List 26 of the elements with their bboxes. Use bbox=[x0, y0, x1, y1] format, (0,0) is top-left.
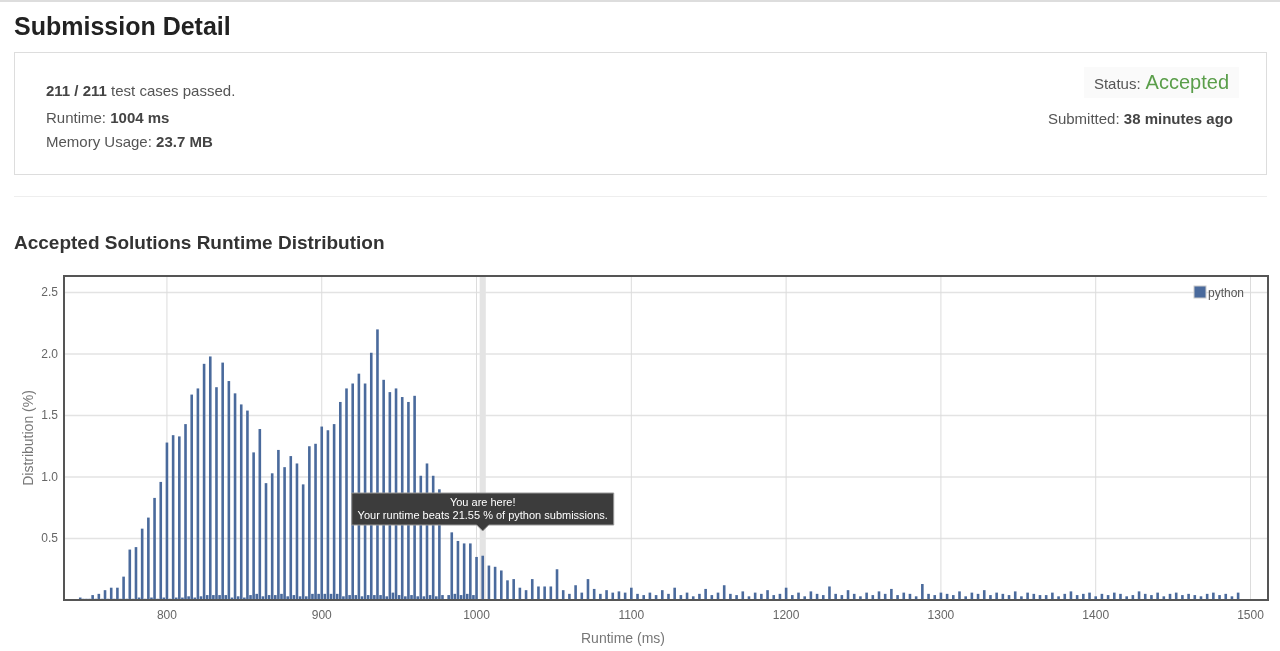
y-axis-label: Distribution (%) bbox=[20, 390, 36, 486]
x-tick-label: 1300 bbox=[927, 608, 955, 622]
tooltip-text: Your runtime beats 21.55 % of python submissions. bbox=[357, 509, 608, 521]
y-tick-label: 1.5 bbox=[41, 408, 58, 423]
status-value: Accepted bbox=[1145, 71, 1229, 94]
x-tick-label: 800 bbox=[156, 608, 177, 622]
y-tick-label: 0.5 bbox=[41, 531, 58, 546]
memory-text: Memory Usage: 23.7 MB bbox=[46, 132, 214, 152]
status-label: Status: bbox=[1093, 75, 1141, 92]
chart-title: Accepted Solutions Runtime Distribution bbox=[14, 231, 386, 255]
y-tick-label: 2.5 bbox=[41, 285, 58, 300]
x-tick-label: 1100 bbox=[618, 608, 645, 622]
runtime-text: Runtime: 1004 ms bbox=[46, 108, 171, 128]
test-cases-text: 211 / 211 test cases passed. bbox=[46, 81, 236, 101]
page-title: Submission Detail bbox=[14, 11, 232, 42]
x-tick-label: 1500 bbox=[1237, 608, 1264, 622]
x-tick-label: 1200 bbox=[772, 608, 800, 622]
y-tick-label: 2.0 bbox=[41, 347, 58, 361]
submitted-text: Submitted: 38 minutes ago bbox=[1047, 110, 1234, 127]
x-axis-label: Runtime (ms) bbox=[581, 630, 665, 646]
legend-label: python bbox=[1208, 286, 1245, 300]
tooltip-title: You are here! bbox=[449, 496, 516, 508]
x-tick-label: 900 bbox=[311, 608, 332, 622]
y-tick-label: 1.0 bbox=[41, 470, 58, 484]
x-tick-label: 1400 bbox=[1082, 608, 1110, 622]
x-tick-label: 1000 bbox=[463, 608, 490, 622]
